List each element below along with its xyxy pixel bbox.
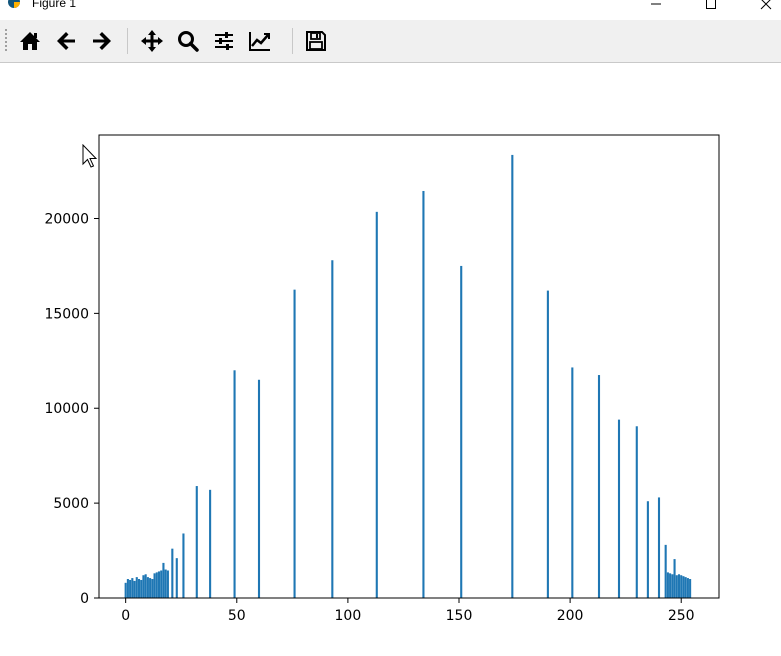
- histogram-bar: [677, 574, 681, 598]
- y-tick-label: 5000: [53, 496, 89, 512]
- app-icon: [8, 0, 20, 8]
- toolbar-grip: [5, 29, 7, 51]
- x-tick-label: 150: [446, 608, 473, 624]
- line-chart-icon: [249, 32, 270, 51]
- edit-axis-button[interactable]: [246, 27, 274, 55]
- histogram-bar: [126, 579, 129, 598]
- histogram-bar: [160, 570, 163, 598]
- histogram-bar: [680, 575, 683, 598]
- home-icon: [20, 32, 40, 50]
- figure-canvas[interactable]: 0 50 100 150 200 250 0 5000 10000 15000 20000: [0, 63, 781, 656]
- magnifier-icon: [178, 31, 199, 52]
- maximize-button[interactable]: [688, 0, 734, 14]
- histogram-bar: [149, 578, 152, 598]
- histogram-bar: [511, 154, 514, 599]
- x-tick-label: 200: [557, 608, 584, 624]
- histogram-bar: [195, 486, 198, 598]
- histogram-bar: [669, 573, 672, 598]
- minimize-icon: [651, 3, 661, 5]
- forward-button[interactable]: [88, 27, 116, 55]
- maximize-icon: [706, 0, 716, 9]
- histogram-bar: [331, 260, 334, 598]
- histogram-bar: [171, 548, 174, 598]
- forward-arrow-icon: [93, 32, 111, 50]
- axes-frame: [98, 134, 720, 599]
- histogram-bar: [135, 577, 138, 598]
- histogram-bar: [124, 582, 127, 598]
- histogram-bar: [164, 569, 167, 598]
- toolbar-separator: [127, 28, 128, 54]
- histogram-bar: [671, 574, 674, 598]
- back-arrow-icon: [57, 32, 75, 50]
- histogram-bar: [182, 533, 185, 598]
- histogram-bar: [617, 419, 621, 598]
- histogram-bar: [166, 570, 169, 598]
- subplots-button[interactable]: [210, 27, 238, 55]
- close-icon: [760, 0, 772, 10]
- histogram-bar: [209, 489, 212, 598]
- histogram-bar: [673, 559, 676, 598]
- close-button[interactable]: [743, 0, 781, 14]
- histogram-bar: [682, 576, 685, 598]
- histogram-bar: [646, 501, 649, 598]
- histogram-bar: [133, 580, 136, 598]
- x-axis: 0 50 100 150 200 250: [121, 598, 695, 624]
- histogram-bar: [684, 577, 687, 598]
- histogram-bars: [124, 154, 692, 599]
- y-axis: 0 5000 10000 15000 20000: [44, 211, 99, 607]
- navigation-toolbar: [0, 20, 781, 63]
- histogram-bar: [153, 573, 156, 598]
- move-icon: [141, 30, 163, 52]
- histogram-bar: [460, 265, 463, 598]
- histogram-bar: [666, 572, 669, 598]
- x-tick-label: 100: [335, 608, 362, 624]
- histogram-bar: [257, 379, 261, 598]
- histogram-bar: [664, 544, 667, 598]
- histogram-bar: [689, 579, 692, 598]
- histogram-bar: [686, 578, 689, 598]
- title-bar: Figure 1: [0, 0, 781, 20]
- histogram-bar: [144, 574, 147, 598]
- x-tick-label: 50: [228, 608, 246, 624]
- histogram-bar: [162, 562, 165, 598]
- mouse-cursor: [82, 144, 98, 168]
- save-button[interactable]: [302, 27, 330, 55]
- histogram-bar: [293, 289, 296, 598]
- histogram-bar: [571, 367, 574, 598]
- histogram-bar: [635, 426, 638, 598]
- y-tick-label: 10000: [44, 401, 89, 417]
- home-button[interactable]: [16, 27, 44, 55]
- histogram-bar: [146, 577, 149, 598]
- floppy-disk-icon: [306, 31, 326, 51]
- y-tick-label: 0: [80, 591, 89, 607]
- x-tick-label: 0: [121, 608, 130, 624]
- x-tick-label: 250: [668, 608, 695, 624]
- histogram-bar: [422, 190, 425, 599]
- toolbar-separator: [292, 28, 293, 54]
- histogram-bar: [233, 370, 236, 598]
- minimize-button[interactable]: [633, 0, 679, 14]
- histogram-bar: [151, 579, 154, 598]
- histogram-bar: [155, 572, 158, 598]
- histogram-bar: [675, 575, 678, 598]
- histogram-bar: [140, 579, 143, 598]
- histogram-bar: [131, 578, 134, 598]
- window-title: Figure 1: [32, 0, 77, 10]
- histogram-bar: [375, 211, 378, 598]
- histogram-bar: [129, 579, 132, 598]
- histogram-bar: [142, 575, 145, 598]
- histogram-bar: [657, 497, 661, 598]
- histogram-bar: [157, 571, 161, 598]
- y-tick-label: 20000: [44, 211, 89, 227]
- sliders-icon: [215, 32, 233, 50]
- pan-button[interactable]: [138, 27, 166, 55]
- back-button[interactable]: [52, 27, 80, 55]
- histogram-bar: [137, 579, 141, 598]
- histogram-bar: [546, 290, 549, 598]
- histogram-bar: [175, 558, 178, 598]
- y-tick-label: 15000: [44, 306, 89, 322]
- zoom-button[interactable]: [174, 27, 202, 55]
- histogram-bar: [597, 375, 601, 598]
